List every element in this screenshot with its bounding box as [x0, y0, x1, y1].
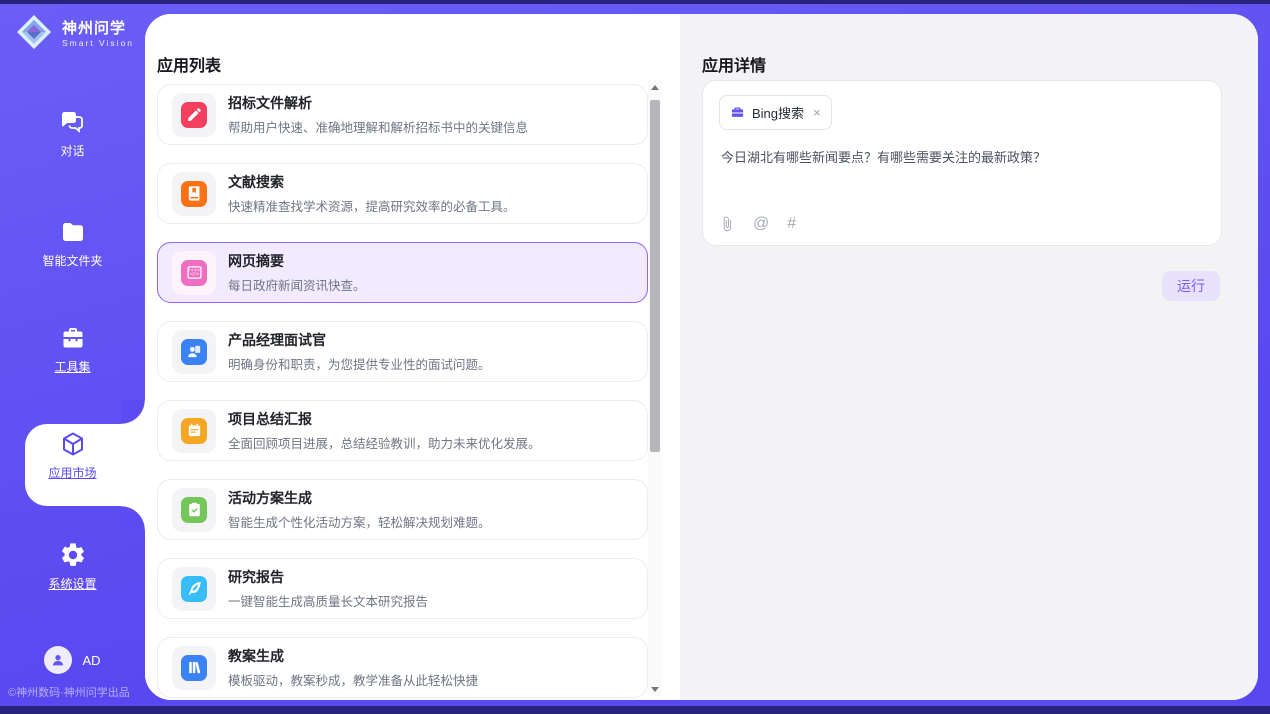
diamond-logo-icon — [14, 12, 54, 57]
user-row[interactable]: AD — [0, 646, 145, 674]
app-icon-container — [172, 172, 216, 216]
briefcase-icon — [730, 105, 745, 120]
bubble-curve-top — [121, 400, 145, 424]
chip-close-icon[interactable]: × — [813, 106, 821, 119]
app-description: 模板驱动，教案秒成，教学准备从此轻松快捷 — [228, 670, 478, 689]
logo-text: 神州问学 Smart Vision — [62, 21, 134, 49]
app-card-text: 项目总结汇报全面回顾项目进展，总结经验教训，助力未来优化发展。 — [228, 409, 541, 452]
app-name: 活动方案生成 — [228, 488, 491, 508]
paperclip-icon[interactable] — [719, 216, 735, 232]
app-icon-container — [172, 409, 216, 453]
app-icon-container: </> — [172, 251, 216, 295]
quill-icon — [181, 576, 207, 602]
hash-icon[interactable]: # — [787, 215, 796, 233]
app-card-text: 招标文件解析帮助用户快速、准确地理解和解析招标书中的关键信息 — [228, 93, 528, 136]
content-area: 应用列表 招标文件解析帮助用户快速、准确地理解和解析招标书中的关键信息文献搜索快… — [145, 14, 1258, 700]
cube-icon — [59, 430, 87, 458]
sidebar-item-label: 智能文件夹 — [42, 254, 102, 268]
app-list-title: 应用列表 — [157, 52, 221, 76]
sidebar-item-smart-folder[interactable]: 智能文件夹 — [0, 218, 145, 270]
app-name: 招标文件解析 — [228, 93, 528, 113]
app-card-text: 文献搜索快速精准查找学术资源，提高研究效率的必备工具。 — [228, 172, 516, 215]
prompt-card: Bing搜索 × @ # — [702, 80, 1222, 246]
folder-icon — [59, 218, 87, 246]
app-name: 教案生成 — [228, 646, 478, 666]
app-card-text: 研究报告一键智能生成高质量长文本研究报告 — [228, 567, 428, 610]
app-description: 快速精准查找学术资源，提高研究效率的必备工具。 — [228, 196, 516, 215]
browser-code-icon: </> — [181, 260, 207, 286]
app-card-literature[interactable]: 文献搜索快速精准查找学术资源，提高研究效率的必备工具。 — [157, 163, 648, 224]
app-icon-container — [172, 488, 216, 532]
app-description: 一键智能生成高质量长文本研究报告 — [228, 591, 428, 610]
prompt-input[interactable] — [719, 145, 1205, 209]
app-card-project-sum[interactable]: 项目总结汇报全面回顾项目进展，总结经验教训，助力未来优化发展。 — [157, 400, 648, 461]
app-detail-panel: 应用详情 Bing搜索 × @ # 运行 — [680, 14, 1258, 700]
app-card-research[interactable]: 研究报告一键智能生成高质量长文本研究报告 — [157, 558, 648, 619]
app-icon-container — [172, 93, 216, 137]
sidebar-item-toolset[interactable]: 工具集 — [0, 324, 145, 376]
app-description: 智能生成个性化活动方案，轻松解决规划难题。 — [228, 512, 491, 531]
avatar — [44, 646, 72, 674]
app-list-panel: 应用列表 招标文件解析帮助用户快速、准确地理解和解析招标书中的关键信息文献搜索快… — [145, 14, 680, 700]
sidebar-item-label: 对话 — [60, 144, 84, 158]
scrollbar-thumb[interactable] — [650, 100, 660, 452]
logo-title: 神州问学 — [62, 21, 134, 38]
clipboard-check-icon — [181, 497, 207, 523]
logo-subtitle: Smart Vision — [62, 39, 134, 48]
app-description: 明确身份和职责，为您提供专业性的面试问题。 — [228, 354, 491, 373]
bubble-curve-bottom — [121, 506, 145, 530]
book-icon — [181, 181, 207, 207]
books-icon — [181, 655, 207, 681]
app-card-text: 教案生成模板驱动，教案秒成，教学准备从此轻松快捷 — [228, 646, 478, 689]
scrollbar-up-arrow[interactable] — [648, 80, 662, 94]
app-card-text: 网页摘要每日政府新闻资讯快查。 — [228, 251, 366, 294]
app-name: 产品经理面试官 — [228, 330, 491, 350]
app-card-bid-parse[interactable]: 招标文件解析帮助用户快速、准确地理解和解析招标书中的关键信息 — [157, 84, 648, 145]
tool-chip-bing-search[interactable]: Bing搜索 × — [719, 95, 832, 130]
app-description: 每日政府新闻资讯快查。 — [228, 275, 366, 294]
sidebar-item-settings[interactable]: 系统设置 — [0, 541, 145, 593]
app-description: 全面回顾项目进展，总结经验教训，助力未来优化发展。 — [228, 433, 541, 452]
at-icon[interactable]: @ — [753, 215, 769, 233]
gear-icon — [59, 541, 87, 569]
app-card-pm-interview[interactable]: 产品经理面试官明确身份和职责，为您提供专业性的面试问题。 — [157, 321, 648, 382]
app-icon-container — [172, 567, 216, 611]
app-card-web-digest[interactable]: </> 网页摘要每日政府新闻资讯快查。 — [157, 242, 648, 303]
sidebar-item-chat[interactable]: 对话 — [0, 108, 145, 160]
app-icon-container — [172, 646, 216, 690]
sidebar-item-app-market[interactable]: 应用市场 — [0, 430, 145, 482]
tool-chip-label: Bing搜索 — [752, 103, 804, 122]
app-description: 帮助用户快速、准确地理解和解析招标书中的关键信息 — [228, 117, 528, 136]
app-window: 神州问学 Smart Vision 对话智能文件夹工具集应用市场系统设置 AD … — [0, 0, 1270, 714]
pencil-square-icon — [181, 102, 207, 128]
user-name: AD — [82, 653, 100, 668]
sidebar-item-label: 应用市场 — [48, 466, 96, 480]
sidebar-item-label: 工具集 — [54, 360, 90, 374]
app-card-text: 活动方案生成智能生成个性化活动方案，轻松解决规划难题。 — [228, 488, 491, 531]
toolbox-icon — [59, 324, 87, 352]
app-detail-title: 应用详情 — [702, 52, 766, 76]
svg-text:</>: </> — [190, 272, 199, 278]
app-name: 研究报告 — [228, 567, 428, 587]
app-name: 文献搜索 — [228, 172, 516, 192]
calendar-icon — [181, 418, 207, 444]
run-button[interactable]: 运行 — [1162, 271, 1220, 301]
app-name: 网页摘要 — [228, 251, 366, 271]
scrollbar-down-arrow[interactable] — [648, 682, 662, 696]
app-logo: 神州问学 Smart Vision — [14, 12, 134, 57]
scrollbar[interactable] — [648, 80, 662, 696]
app-list: 招标文件解析帮助用户快速、准确地理解和解析招标书中的关键信息文献搜索快速精准查找… — [157, 84, 648, 700]
app-card-lesson-plan[interactable]: 教案生成模板驱动，教案秒成，教学准备从此轻松快捷 — [157, 637, 648, 698]
app-card-activity[interactable]: 活动方案生成智能生成个性化活动方案，轻松解决规划难题。 — [157, 479, 648, 540]
app-icon-container — [172, 330, 216, 374]
copyright-text: ©神州数码·神州问学出品 — [8, 684, 130, 700]
chat-icon — [59, 108, 87, 136]
prompt-toolbar: @ # — [719, 215, 796, 233]
app-card-text: 产品经理面试官明确身份和职责，为您提供专业性的面试问题。 — [228, 330, 491, 373]
app-name: 项目总结汇报 — [228, 409, 541, 429]
sidebar-item-label: 系统设置 — [48, 577, 96, 591]
interviewer-icon — [181, 339, 207, 365]
